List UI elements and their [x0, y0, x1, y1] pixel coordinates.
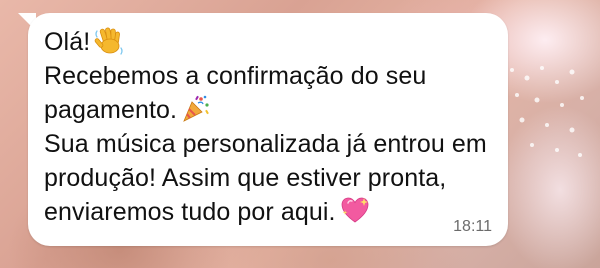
message-line-3: pagamento.	[44, 93, 484, 127]
message-text: Olá! Recebemos a confirmação do seu paga…	[44, 25, 487, 229]
party-popper-icon	[183, 95, 209, 122]
message-timestamp: 18:11	[453, 218, 492, 235]
message-line-2: Recebemos a confirmação do seu	[44, 62, 427, 90]
flower-decoration	[510, 66, 584, 157]
message-line-5: produção! Assim que estiver pronta,	[44, 164, 447, 192]
message-line-6: enviaremos tudo por aqui.	[44, 195, 484, 229]
sparkling-heart-icon	[341, 197, 368, 223]
message-bubble[interactable]: Olá! Recebemos a confirmação do seu paga…	[28, 13, 508, 246]
waving-hand-icon	[94, 27, 123, 55]
message-line-4: Sua música personalizada já entrou em	[44, 130, 487, 158]
message-line-1: Olá!	[44, 25, 484, 59]
